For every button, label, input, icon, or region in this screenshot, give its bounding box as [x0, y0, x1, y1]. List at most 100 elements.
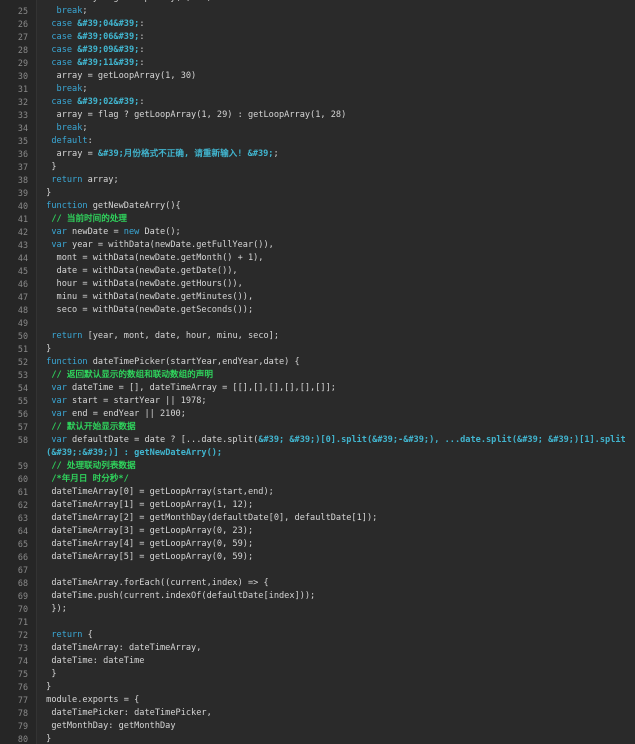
code-text: // 返回默认显示的数组和联动数组的声明 [41, 369, 635, 382]
code-line[interactable]: 36 array = &#39;月份格式不正确, 请重新输入! &#39;; [0, 148, 635, 161]
code-token: default [41, 136, 88, 146]
code-line[interactable]: 73 dateTimeArray: dateTimeArray, [0, 642, 635, 655]
code-line[interactable]: 70 }); [0, 603, 635, 616]
code-text: (&#39;:&#39;)] : getNewDateArry(); [41, 447, 635, 460]
code-line[interactable]: 43 var year = withData(newDate.getFullYe… [0, 239, 635, 252]
code-line[interactable]: 67 [0, 564, 635, 577]
code-token: ; [82, 84, 88, 94]
code-line[interactable]: 44 mont = withData(newDate.getMonth() + … [0, 252, 635, 265]
code-line[interactable]: 69 dateTime.push(current.indexOf(default… [0, 590, 635, 603]
code-line[interactable]: 61 dateTimeArray[0] = getLoopArray(start… [0, 486, 635, 499]
code-line[interactable]: 49 [0, 317, 635, 330]
code-line[interactable]: 79 getMonthDay: getMonthDay [0, 720, 635, 733]
line-number: 44 [17, 253, 28, 263]
code-line[interactable]: 46 hour = withData(newDate.getHours()), [0, 278, 635, 291]
code-line[interactable]: 27 case &#39;06&#39;: [0, 31, 635, 44]
code-line[interactable]: 74 dateTime: dateTime [0, 655, 635, 668]
code-line[interactable]: 28 case &#39;09&#39;: [0, 44, 635, 57]
code-text: var start = startYear || 1978; [41, 395, 635, 408]
code-line[interactable]: 71 [0, 616, 635, 629]
code-line[interactable]: 35 default: [0, 135, 635, 148]
code-line[interactable]: 57 // 默认开始显示数据 [0, 421, 635, 434]
code-text: return array; [41, 174, 635, 187]
code-line[interactable]: 39 } [0, 187, 635, 200]
code-text: break; [41, 83, 635, 96]
code-token: : [87, 136, 93, 146]
code-token: } [41, 734, 52, 744]
code-line[interactable]: 58 var defaultDate = date ? [...date.spl… [0, 434, 635, 447]
code-token: return [41, 175, 88, 185]
code-line[interactable]: 55 var start = startYear || 1978; [0, 395, 635, 408]
code-text: }); [41, 603, 635, 616]
code-text: function dateTimePicker(startYear,endYea… [41, 356, 635, 369]
code-line[interactable]: 75 } [0, 668, 635, 681]
code-line[interactable]: 63 dateTimeArray[2] = getMonthDay(defaul… [0, 512, 635, 525]
code-line[interactable]: 72 return { [0, 629, 635, 642]
line-number: 64 [17, 526, 28, 536]
code-token: dateTimeArray[0] = getLoopArray(start,en… [41, 487, 274, 497]
code-token: function [41, 201, 93, 211]
code-line[interactable]: 30 array = getLoopArray(1, 30) [0, 70, 635, 83]
code-line[interactable]: 50 return [year, mont, date, hour, minu,… [0, 330, 635, 343]
line-number: 32 [17, 97, 28, 107]
line-number: 75 [17, 669, 28, 679]
code-line[interactable]: 68 dateTimeArray.forEach((current,index)… [0, 577, 635, 590]
code-line[interactable]: 29 case &#39;11&#39;: [0, 57, 635, 70]
code-line[interactable]: 37 } [0, 161, 635, 174]
code-token: &#39;06&#39; [77, 32, 140, 42]
code-line[interactable]: 45 date = withData(newDate.getDate()), [0, 265, 635, 278]
code-token: array = getLoopArray(1, 30) [41, 0, 212, 3]
code-line[interactable]: 76 } [0, 681, 635, 694]
code-line[interactable]: 41 // 当前时间的处理 [0, 213, 635, 226]
code-line[interactable]: 56 var end = endYear || 2100; [0, 408, 635, 421]
code-line[interactable]: 25 break; [0, 5, 635, 18]
code-line[interactable]: 47 minu = withData(newDate.getMinutes())… [0, 291, 635, 304]
code-line[interactable]: 32 case &#39;02&#39;: [0, 96, 635, 109]
code-line[interactable]: (&#39;:&#39;)] : getNewDateArry(); [0, 447, 635, 460]
code-token: var [41, 383, 73, 393]
code-token: module.exports = { [41, 695, 140, 705]
code-line[interactable]: 54 var dateTime = [], dateTimeArray = [[… [0, 382, 635, 395]
code-token: : [139, 32, 145, 42]
code-text: var newDate = new Date(); [41, 226, 635, 239]
code-line[interactable]: 66 dateTimeArray[5] = getLoopArray(0, 59… [0, 551, 635, 564]
code-text: hour = withData(newDate.getHours()), [41, 278, 635, 291]
code-token: )[0].split( [315, 435, 373, 445]
line-number: 77 [17, 695, 28, 705]
code-text: mont = withData(newDate.getMonth() + 1), [41, 252, 635, 265]
code-line[interactable]: 62 dateTimeArray[1] = getLoopArray(1, 12… [0, 499, 635, 512]
code-token: &#39;04&#39; [77, 19, 140, 29]
line-number: 58 [17, 435, 28, 445]
code-line[interactable]: 78 dateTimePicker: dateTimePicker, [0, 707, 635, 720]
code-line[interactable]: 64 dateTimeArray[3] = getLoopArray(0, 23… [0, 525, 635, 538]
code-line[interactable]: 60 /*年月日 时分秒*/ [0, 473, 635, 486]
code-token: break [41, 84, 83, 94]
code-line[interactable]: 53 // 返回默认显示的数组和联动数组的声明 [0, 369, 635, 382]
code-token: break [41, 123, 83, 133]
code-token: date = withData(newDate.getDate()), [41, 266, 238, 276]
code-line[interactable]: 48 seco = withData(newDate.getSeconds())… [0, 304, 635, 317]
code-line[interactable]: 52 function dateTimePicker(startYear,end… [0, 356, 635, 369]
code-line[interactable]: 42 var newDate = new Date(); [0, 226, 635, 239]
code-line[interactable]: 38 return array; [0, 174, 635, 187]
code-line[interactable]: 77 module.exports = { [0, 694, 635, 707]
code-line[interactable]: 59 // 处理联动列表数据 [0, 460, 635, 473]
line-number: 43 [17, 240, 28, 250]
code-line[interactable]: 26 case &#39;04&#39;: [0, 18, 635, 31]
code-token: } [41, 682, 52, 692]
code-token: array = [41, 149, 98, 159]
code-text: dateTimeArray[2] = getMonthDay(defaultDa… [41, 512, 635, 525]
code-line[interactable]: 80 } [0, 733, 635, 744]
code-editor[interactable]: array = getLoopArray(1, 30) 25 break;26 c… [0, 0, 635, 744]
code-area[interactable]: array = getLoopArray(1, 30) 25 break;26 c… [0, 0, 635, 744]
code-line[interactable]: 40 function getNewDateArry(){ [0, 200, 635, 213]
code-token: getNewDateArry(){ [92, 201, 181, 211]
code-token: dateTimeArray[2] = getMonthDay(defaultDa… [41, 513, 378, 523]
code-line[interactable]: 65 dateTimeArray[4] = getLoopArray(0, 59… [0, 538, 635, 551]
code-line[interactable]: 51 } [0, 343, 635, 356]
code-line[interactable]: 33 array = flag ? getLoopArray(1, 29) : … [0, 109, 635, 122]
code-line[interactable]: 31 break; [0, 83, 635, 96]
code-token: ), ...date.split( [429, 435, 518, 445]
code-token: dateTimeArray: dateTimeArray, [41, 643, 202, 653]
code-line[interactable]: 34 break; [0, 122, 635, 135]
